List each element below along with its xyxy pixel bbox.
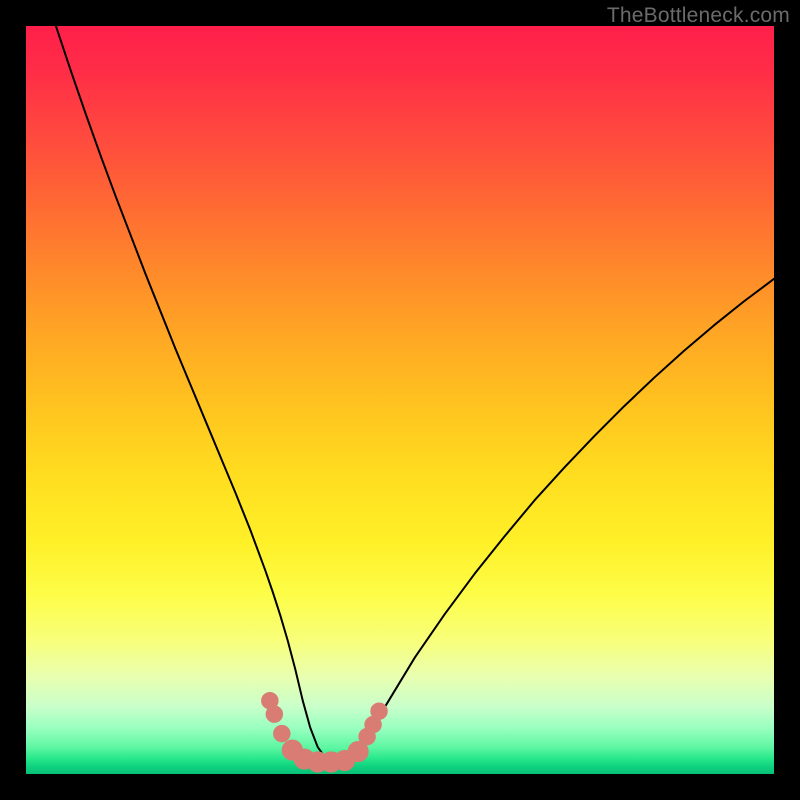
bottleneck-curve xyxy=(56,26,774,762)
curve-markers xyxy=(262,692,388,772)
plot-area xyxy=(26,26,774,774)
watermark-text: TheBottleneck.com xyxy=(607,4,790,28)
curve-marker xyxy=(274,725,290,741)
curve-marker xyxy=(371,703,387,719)
outer-frame: TheBottleneck.com xyxy=(0,0,800,800)
chart-svg xyxy=(26,26,774,774)
curve-marker xyxy=(266,706,282,722)
